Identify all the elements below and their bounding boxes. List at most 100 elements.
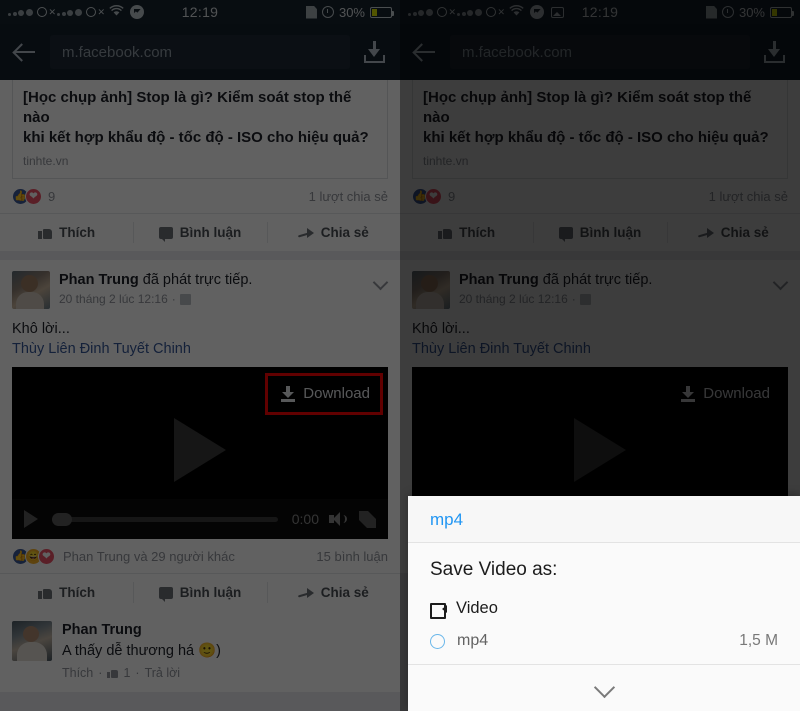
battery-icon	[370, 6, 394, 18]
share-button[interactable]: Chia sẻ	[666, 214, 800, 251]
reaction-icons[interactable]: 👍 😄 ❤	[12, 548, 55, 565]
meta-separator: ·	[98, 666, 103, 680]
reaction-icons[interactable]: 👍 ❤ 9	[12, 188, 55, 205]
play-icon[interactable]	[174, 417, 226, 482]
status-bar: ✕ ✕ 12:19 30%	[400, 0, 800, 24]
post-author-line: Phan Trung đã phát trực tiếp.	[59, 271, 372, 290]
love-reaction-icon: ❤	[38, 548, 55, 565]
thumbs-up-icon	[38, 226, 53, 239]
love-reaction-icon: ❤	[425, 188, 442, 205]
link-preview-card[interactable]: [Học chụp ảnh] Stop là gì? Kiểm soát sto…	[0, 80, 400, 179]
link-title-line1: [Học chụp ảnh] Stop là gì? Kiểm soát sto…	[23, 89, 352, 126]
alarm-clock-icon	[321, 6, 334, 18]
save-video-dialog: mp4 Save Video as: Video mp4 1,5 M	[408, 496, 800, 711]
save-dialog-option-size: 1,5 M	[739, 632, 778, 649]
comment-icon	[158, 226, 173, 242]
save-dialog-footer[interactable]	[408, 665, 800, 711]
post-author-name[interactable]: Phan Trung	[59, 272, 139, 288]
post-top-footer: 👍 ❤ 9 1 lượt chia sẻ Thích Bình luận Chi…	[0, 179, 400, 251]
battery-icon	[770, 6, 794, 18]
video-post-card: Phan Trung đã phát trực tiếp. 20 tháng 2…	[0, 260, 400, 692]
volume-icon[interactable]	[329, 511, 349, 527]
url-input[interactable]: m.facebook.com	[50, 35, 350, 69]
avatar[interactable]	[412, 271, 450, 309]
link-preview-card[interactable]: [Học chụp ảnh] Stop là gì? Kiểm soát sto…	[400, 80, 800, 179]
comment-author[interactable]: Phan Trung	[62, 621, 388, 640]
save-dialog-option-row[interactable]: mp4 1,5 M	[408, 622, 800, 665]
video-download-button[interactable]: Download	[673, 381, 778, 406]
radio-unselected-icon[interactable]	[430, 633, 445, 649]
reaction-count: 9	[448, 189, 456, 204]
browser-toolbar: m.facebook.com	[400, 24, 800, 80]
comment-reply-label[interactable]: Trả lời	[145, 666, 181, 680]
sim-card-icon	[705, 5, 717, 19]
camcorder-icon	[430, 602, 447, 619]
reaction-row: 👍 ❤ 9 1 lượt chia sẻ	[400, 179, 800, 213]
chevron-down-icon[interactable]	[593, 677, 615, 699]
post-body-text: Khô lời...	[12, 321, 70, 337]
friends-icon	[579, 293, 591, 305]
download-icon[interactable]	[762, 39, 788, 65]
comment-like-label[interactable]: Thích	[62, 666, 93, 680]
video-download-label: Download	[703, 385, 770, 402]
play-icon[interactable]	[24, 510, 38, 528]
share-button-label: Chia sẻ	[320, 225, 369, 240]
left-phone-screen: ✕ ✕ 12:19 30% m.facebook.com [Học chụp ả…	[0, 0, 400, 711]
like-button[interactable]: Thích	[0, 214, 133, 251]
post-body: Khô lời... Thùy Liên Đinh Tuyết Chinh	[400, 313, 800, 367]
comment-button-label: Bình luận	[179, 225, 242, 240]
love-reaction-icon: ❤	[25, 188, 42, 205]
video-player[interactable]: Download 0:00	[12, 367, 388, 539]
post-timestamp[interactable]: 20 tháng 2 lúc 12:16	[59, 292, 168, 306]
post-author-line: Phan Trung đã phát trực tiếp.	[459, 271, 772, 290]
post-tagged-text[interactable]: Thùy Liên Đinh Tuyết Chinh	[12, 339, 388, 359]
post-author-name[interactable]: Phan Trung	[459, 272, 539, 288]
like-button[interactable]: Thích	[0, 574, 133, 611]
like-button-label: Thích	[459, 225, 496, 240]
reaction-icons[interactable]: 👍 ❤ 9	[412, 188, 455, 205]
share-icon	[698, 227, 714, 239]
post-action-bar: Thích Bình luận Chia sẻ	[0, 213, 400, 251]
share-icon	[298, 227, 314, 239]
fullscreen-icon[interactable]	[359, 510, 376, 528]
post-timestamp[interactable]: 20 tháng 2 lúc 12:16	[459, 292, 568, 306]
back-arrow-icon[interactable]	[12, 39, 38, 65]
share-icon	[298, 587, 314, 599]
like-button[interactable]: Thích	[400, 214, 533, 251]
comment-icon	[558, 226, 573, 242]
post-action-bar: Thích Bình luận Chia sẻ	[400, 213, 800, 251]
link-source: tinhte.vn	[423, 154, 469, 168]
video-reaction-row: 👍 😄 ❤ Phan Trung và 29 người khác 15 bìn…	[0, 539, 400, 573]
link-title-line1: [Học chụp ảnh] Stop là gì? Kiểm soát sto…	[423, 89, 752, 126]
post-menu-chevron-down-icon[interactable]	[772, 274, 788, 290]
comment-like-count: 1	[123, 666, 131, 680]
avatar[interactable]	[12, 621, 52, 661]
browser-toolbar: m.facebook.com	[0, 24, 400, 80]
video-controls: 0:00	[12, 499, 388, 539]
post-meta: 20 tháng 2 lúc 12:16 ·	[459, 292, 772, 306]
url-input[interactable]: m.facebook.com	[450, 35, 750, 69]
save-dialog-group: Video	[408, 593, 800, 622]
comment-count[interactable]: 15 bình luận	[316, 549, 388, 564]
comment-button[interactable]: Bình luận	[133, 574, 266, 611]
comment-icon	[158, 586, 173, 602]
share-button[interactable]: Chia sẻ	[266, 574, 400, 611]
comment-button[interactable]: Bình luận	[133, 214, 266, 251]
avatar[interactable]	[12, 271, 50, 309]
video-scrubber[interactable]	[52, 512, 278, 526]
back-arrow-icon[interactable]	[412, 39, 438, 65]
comment-button[interactable]: Bình luận	[533, 214, 666, 251]
link-title-line2: khi kết hợp khẩu độ - tốc độ - ISO cho h…	[423, 129, 769, 146]
download-icon[interactable]	[362, 39, 388, 65]
post-menu-chevron-down-icon[interactable]	[372, 274, 388, 290]
reaction-count: 9	[48, 189, 56, 204]
comment-text: A thấy dễ thương há 🙂)	[62, 643, 221, 659]
status-bar-clock: 12:19	[581, 4, 619, 20]
right-phone-screen: ✕ ✕ 12:19 30% m.facebook.com [Học chụp ả…	[400, 0, 800, 711]
reaction-names[interactable]: Phan Trung và 29 người khác	[63, 549, 235, 564]
post-tagged-text[interactable]: Thùy Liên Đinh Tuyết Chinh	[412, 339, 788, 359]
play-icon[interactable]	[574, 417, 626, 482]
thumbs-up-icon	[38, 586, 53, 599]
share-button[interactable]: Chia sẻ	[266, 214, 400, 251]
feed-divider	[0, 251, 400, 260]
